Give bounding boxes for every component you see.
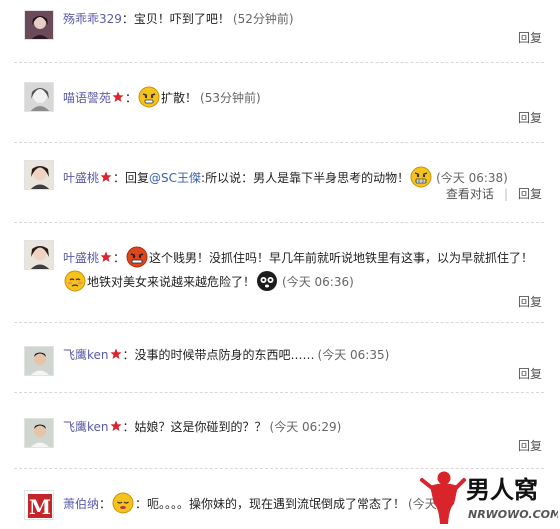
comment-item: 飞鹰ken ：姑娘？这是你碰到的？？ (今天 06:29) 回复 [0,392,560,464]
reply-button[interactable]: 回复 [518,187,542,201]
shocked-emoji-icon [257,271,278,291]
avatar[interactable] [24,10,54,40]
avatar[interactable] [24,346,54,376]
avatar[interactable]: M [24,490,54,520]
comment-line: 殇乖乖329：宝贝！吓到了吧！ (52分钟前) [63,10,540,28]
comment-line: 叶盛桃：这个贱男！没抓住吗！早几年前就听说地铁里有这事，以为早就抓住了！ [63,246,540,268]
username-link[interactable]: 飞鹰ken [63,420,109,434]
vip-star-icon [110,348,122,359]
comment-time: (今天 06:36) [282,275,354,289]
comment-time: (53分钟前) [200,91,261,105]
comment-line: 叶盛桃 ：回复@SC王傑:所以说：男人是靠下半身思考的动物！ (今天 06:38) [63,166,540,188]
comment-time: (今天 06:35) [317,348,390,362]
comment-item: 殇乖乖329：宝贝！吓到了吧！ (52分钟前) 回复 [0,0,560,62]
watermark-logo: 男人窝 NRWOWO.COM [418,468,560,526]
comment-text: 扩散！ [161,91,198,105]
comment-item: 喵语謦苑：扩散！ (53分钟前) 回复 [0,62,560,142]
comment-item: 飞鹰ken ：没事的时候带点防身的东西吧…… (今天 06:35) 回复 [0,322,560,388]
username-link[interactable]: 叶盛桃 [63,171,99,185]
comment-time: (今天 06:29) [269,420,342,434]
comment-actions: 回复 [518,30,542,46]
comment-text: ：宝贝！吓到了吧！ [121,12,230,26]
comment-actions: 查看对话 | 回复 [446,186,542,202]
username-link[interactable]: 殇乖乖329 [63,12,122,26]
comment-text: 地铁对美女来说越来越危险了！ [87,275,256,289]
reply-button[interactable]: 回复 [518,367,542,381]
comment-item: 叶盛桃：这个贱男！没抓住吗！早几年前就听说地铁里有这事，以为早就抓住了！ 地铁对… [0,222,560,322]
comment-actions: 回复 [518,110,542,126]
comment-text: ：姑娘？这是你碰到的？？ [122,420,267,434]
comment-item: 叶盛桃 ：回复@SC王傑:所以说：男人是靠下半身思考的动物！ (今天 06:38) … [0,142,560,222]
comment-actions: 回复 [518,294,542,310]
tired-emoji-icon [112,492,134,514]
watermark-url: NRWOWO.COM [468,508,558,521]
username-link[interactable]: 萧伯纳 [63,497,99,511]
reply-button[interactable]: 回复 [518,439,542,453]
comment-text: ：没事的时候带点防身的东西吧…… [122,348,315,362]
comment-actions: 回复 [518,366,542,382]
view-conversation-link[interactable]: 查看对话 [446,187,494,201]
comment-text: ：呃。。。。操你妹的，现在遇到流氓倒成了常态了！ [135,497,406,511]
reply-button[interactable]: 回复 [518,111,542,125]
comment-line: 地铁对美女来说越来越危险了！ (今天 06:36) [63,270,354,292]
avatar[interactable] [24,418,54,448]
username-link[interactable]: 喵语謦苑 [63,91,111,105]
mention-link[interactable]: @SC王傑 [149,171,201,185]
comment-time: (今天 06:38) [436,171,508,185]
separator: | [503,187,508,201]
furious-emoji-icon [126,246,148,268]
comment-line: 飞鹰ken ：姑娘？这是你碰到的？？ (今天 06:29) [63,418,540,436]
svg-text:M: M [29,495,51,519]
embarrassed-emoji-icon [64,270,86,292]
comment-text: 这个贱男！没抓住吗！早几年前就听说地铁里有这事，以为早就抓住了！ [149,251,534,265]
comment-line: 喵语謦苑：扩散！ (53分钟前) [63,86,540,108]
comment-time: (52分钟前) [232,12,294,26]
angry-emoji-icon [138,86,160,108]
comment-actions: 回复 [518,438,542,454]
username-link[interactable]: 飞鹰ken [63,348,109,362]
avatar[interactable] [24,160,54,190]
comment-text: :所以说：男人是靠下半身思考的动物！ [201,171,410,185]
avatar[interactable] [24,240,54,270]
avatar[interactable] [24,82,54,112]
comment-text: ：回复 [113,171,150,185]
vip-star-icon [110,420,122,431]
vip-star-icon [100,171,112,182]
watermark-brand: 男人窝 [466,476,538,504]
vip-star-icon [100,251,112,262]
vip-star-icon [112,91,124,102]
username-link[interactable]: 叶盛桃 [63,251,99,265]
comment-line: 飞鹰ken ：没事的时候带点防身的东西吧…… (今天 06:35) [63,346,540,364]
reply-button[interactable]: 回复 [518,31,542,45]
grimace-emoji-icon [410,166,432,188]
reply-button[interactable]: 回复 [518,295,542,309]
